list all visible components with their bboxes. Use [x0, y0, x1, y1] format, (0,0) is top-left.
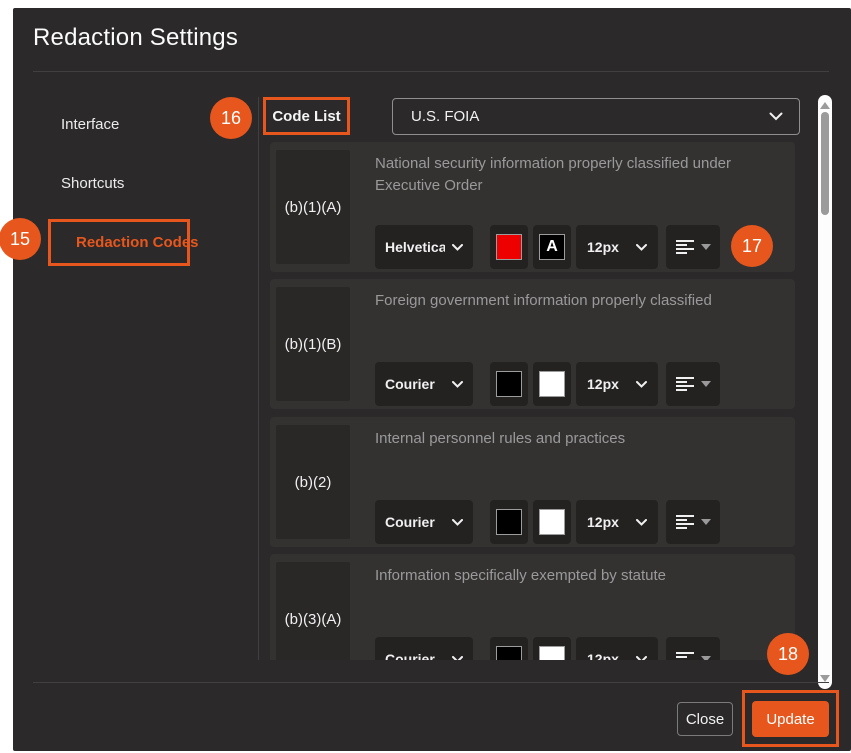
font-size-value: 12px [587, 651, 619, 660]
code-label-box: (b)(1)(B) [276, 287, 350, 401]
update-button[interactable]: Update [752, 701, 829, 737]
font-size-value: 12px [587, 376, 619, 392]
sidebar-item-interface[interactable]: Interface [61, 116, 119, 133]
text-align-select[interactable] [666, 362, 720, 406]
font-family-select[interactable]: Courier [375, 500, 473, 544]
text-color-swatch [539, 371, 565, 397]
chevron-down-icon [636, 381, 647, 388]
font-size-value: 12px [587, 514, 619, 530]
text-color-button[interactable] [533, 637, 571, 660]
redaction-code-row: (b)(2) Internal personnel rules and prac… [270, 417, 795, 547]
text-align-select[interactable] [666, 225, 720, 269]
align-left-icon [676, 240, 694, 254]
text-align-select[interactable] [666, 637, 720, 660]
fill-color-swatch [496, 371, 522, 397]
font-size-select[interactable]: 12px [576, 362, 658, 406]
align-left-icon [676, 377, 694, 391]
chevron-down-icon [636, 656, 647, 661]
fill-color-swatch [496, 509, 522, 535]
code-style-controls: Courier 12px [375, 637, 720, 660]
fill-color-button[interactable] [490, 637, 528, 660]
code-list-select[interactable]: U.S. FOIA [392, 98, 800, 135]
footer-divider [33, 682, 829, 683]
chevron-down-icon [452, 656, 463, 661]
fill-color-button[interactable] [490, 500, 528, 544]
chevron-down-icon [636, 519, 647, 526]
annotation-badge-18: 18 [767, 633, 809, 675]
code-style-controls: Courier 12px [375, 362, 720, 406]
caret-down-icon [701, 519, 711, 525]
code-description: Internal personnel rules and practices [375, 428, 777, 450]
font-family-value: Courier [385, 651, 435, 660]
caret-down-icon [701, 381, 711, 387]
fill-color-swatch [496, 646, 522, 660]
text-color-button[interactable]: A [533, 225, 571, 269]
annotation-badge-17: 17 [731, 225, 773, 267]
code-list-label: Code List [263, 97, 350, 135]
text-color-swatch [539, 509, 565, 535]
code-label-box: (b)(3)(A) [276, 562, 350, 660]
code-list-selected-value: U.S. FOIA [411, 108, 479, 125]
scroll-down-icon[interactable] [820, 675, 830, 682]
close-button[interactable]: Close [677, 702, 733, 736]
font-size-select[interactable]: 12px [576, 637, 658, 660]
scroll-up-icon[interactable] [820, 102, 830, 109]
font-family-select[interactable]: Courier [375, 362, 473, 406]
code-list-scroll-area: (b)(1)(A) National security information … [270, 142, 800, 660]
sidebar-item-shortcuts[interactable]: Shortcuts [61, 175, 124, 192]
text-align-select[interactable] [666, 500, 720, 544]
chevron-down-icon [636, 244, 647, 251]
sidebar-item-redaction-codes[interactable]: Redaction Codes [76, 234, 199, 251]
text-color-button[interactable] [533, 362, 571, 406]
font-family-value: Helvetica [385, 239, 445, 255]
code-description: National security information properly c… [375, 153, 777, 197]
redaction-settings-dialog: Redaction Settings Interface Shortcuts R… [13, 8, 851, 751]
vertical-scrollbar[interactable] [818, 95, 832, 689]
annotation-badge-15: 15 [0, 218, 41, 260]
redaction-code-row: (b)(1)(A) National security information … [270, 142, 795, 272]
font-family-select[interactable]: Courier [375, 637, 473, 660]
chevron-down-icon [452, 244, 463, 251]
font-size-select[interactable]: 12px [576, 225, 658, 269]
code-label-box: (b)(2) [276, 425, 350, 539]
align-left-icon [676, 652, 694, 660]
fill-color-button[interactable] [490, 225, 528, 269]
sidebar-divider [258, 97, 259, 660]
chevron-down-icon [769, 112, 783, 121]
fill-color-swatch [496, 234, 522, 260]
code-label: (b)(3)(A) [285, 611, 342, 628]
font-family-value: Courier [385, 376, 435, 392]
text-color-button[interactable] [533, 500, 571, 544]
caret-down-icon [701, 656, 711, 660]
text-preview-letter: A [546, 239, 558, 255]
redaction-code-row: (b)(3)(A) Information specifically exemp… [270, 554, 795, 660]
code-style-controls: Helvetica A 12px [375, 225, 720, 269]
annotation-badge-16: 16 [210, 97, 252, 139]
chevron-down-icon [452, 381, 463, 388]
code-label: (b)(1)(B) [285, 336, 342, 353]
header-divider [33, 71, 829, 72]
code-description: Foreign government information properly … [375, 290, 777, 312]
font-family-select[interactable]: Helvetica [375, 225, 473, 269]
redaction-code-row: (b)(1)(B) Foreign government information… [270, 279, 795, 409]
text-color-swatch: A [539, 234, 565, 260]
screenshot-stage: Redaction Settings Interface Shortcuts R… [0, 0, 851, 753]
text-color-swatch [539, 646, 565, 660]
caret-down-icon [701, 244, 711, 250]
align-left-icon [676, 515, 694, 529]
scrollbar-thumb[interactable] [821, 112, 829, 215]
chevron-down-icon [452, 519, 463, 526]
fill-color-button[interactable] [490, 362, 528, 406]
code-label-box: (b)(1)(A) [276, 150, 350, 264]
font-size-value: 12px [587, 239, 619, 255]
code-style-controls: Courier 12px [375, 500, 720, 544]
code-label: (b)(1)(A) [285, 199, 342, 216]
code-description: Information specifically exempted by sta… [375, 565, 777, 587]
font-size-select[interactable]: 12px [576, 500, 658, 544]
dialog-title: Redaction Settings [33, 24, 238, 52]
code-label: (b)(2) [295, 474, 332, 491]
font-family-value: Courier [385, 514, 435, 530]
